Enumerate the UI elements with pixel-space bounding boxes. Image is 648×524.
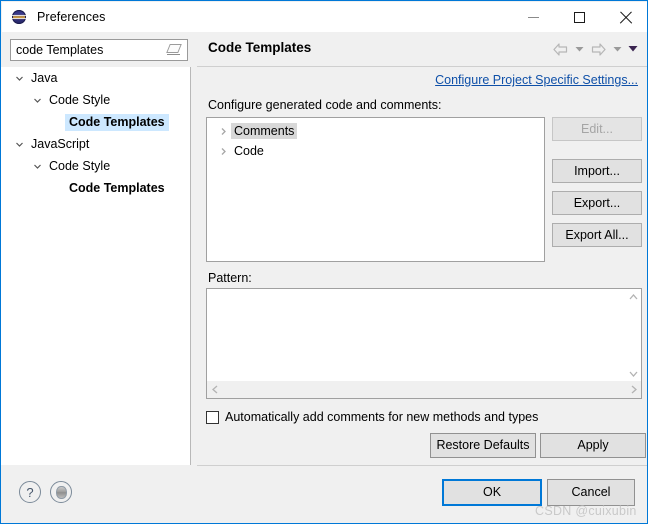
question-mark-icon[interactable]: ? [19, 481, 41, 503]
edit-button[interactable]: Edit... [552, 117, 642, 141]
pattern-vertical-scrollbar[interactable] [626, 289, 641, 381]
tree-node-label: Comments [231, 123, 298, 139]
tree-node-comments[interactable]: Comments [207, 121, 544, 141]
maximize-button[interactable] [556, 2, 602, 32]
eraser-icon[interactable] [166, 42, 182, 58]
chevron-down-icon[interactable] [11, 133, 27, 155]
back-button[interactable] [550, 40, 570, 58]
back-history-button[interactable] [572, 40, 586, 58]
configure-project-settings-link-row: Configure Project Specific Settings... [435, 73, 638, 87]
watermark: CSDN @cuixubin [535, 504, 637, 518]
pattern-text[interactable] [207, 289, 626, 381]
tree-item-javascript-code-templates[interactable]: Code Templates [1, 177, 190, 199]
window-controls [510, 2, 647, 32]
tree-node-label: Code [234, 144, 264, 158]
export-button[interactable]: Export... [552, 191, 642, 215]
tree-item-label: Java [31, 70, 58, 85]
chevron-down-icon[interactable] [626, 366, 641, 381]
pattern-textarea[interactable] [206, 288, 642, 399]
chevron-right-icon[interactable] [215, 121, 231, 141]
chevron-down-filled-icon [628, 46, 638, 52]
tree-item-label: Code Style [49, 92, 111, 107]
view-menu-button[interactable] [626, 40, 640, 58]
chevron-down-icon[interactable] [29, 155, 45, 177]
title-bar: Preferences [2, 2, 647, 32]
templates-tree[interactable]: Comments Code [206, 117, 545, 262]
content-header: Code Templates [197, 32, 647, 67]
pattern-label: Pattern: [208, 271, 252, 285]
chevron-up-icon[interactable] [626, 289, 641, 304]
tree-item-javascript-code-style[interactable]: Code Style [1, 155, 190, 177]
tree-item-label: Code Templates [69, 180, 165, 195]
tree-item-java[interactable]: Java [1, 67, 190, 89]
maximize-icon [573, 11, 585, 23]
tree-item-label: JavaScript [31, 136, 90, 151]
chevron-down-icon [575, 46, 583, 51]
dialog-footer: ? OK Cancel CSDN @cuixubin [2, 466, 647, 523]
ok-button[interactable]: OK [442, 479, 542, 506]
import-button[interactable]: Import... [552, 159, 642, 183]
minimize-button[interactable] [510, 2, 556, 32]
forward-button[interactable] [588, 40, 608, 58]
filter-field[interactable] [10, 39, 188, 61]
section-label: Configure generated code and comments: [208, 98, 442, 112]
chevron-down-icon [613, 46, 621, 51]
preferences-tree[interactable]: Java Code Style Code Templates JavaScrip… [1, 67, 191, 465]
advanced-settings-icon[interactable] [50, 481, 72, 503]
window-title: Preferences [37, 10, 106, 24]
chevron-down-icon[interactable] [29, 89, 45, 111]
tree-item-label: Code Style [49, 158, 111, 173]
eclipse-globe-icon [12, 9, 28, 25]
tree-item-java-code-style[interactable]: Code Style [1, 89, 190, 111]
arrow-right-icon [591, 42, 606, 56]
arrow-left-icon [552, 42, 567, 56]
close-icon [619, 11, 632, 24]
configure-project-settings-link[interactable]: Configure Project Specific Settings... [435, 73, 638, 87]
auto-comments-checkbox[interactable] [206, 410, 219, 424]
auto-comments-row[interactable]: Automatically add comments for new metho… [206, 410, 538, 424]
cancel-button[interactable]: Cancel [547, 479, 635, 506]
close-button[interactable] [602, 2, 647, 32]
tree-node-code[interactable]: Code [207, 141, 544, 161]
content-panel: Code Templates Configure Project Specifi… [197, 32, 647, 465]
page-action-buttons: Restore Defaults Apply [430, 433, 646, 458]
chevron-down-icon[interactable] [11, 67, 27, 89]
tree-item-label: Code Templates [65, 113, 169, 131]
restore-defaults-button[interactable]: Restore Defaults [430, 433, 536, 458]
export-all-button[interactable]: Export All... [552, 223, 642, 247]
forward-history-button[interactable] [610, 40, 624, 58]
navigation-toolbar [550, 40, 640, 58]
preferences-dialog: Preferences Java [0, 0, 648, 524]
chevron-right-icon[interactable] [626, 382, 641, 397]
template-actions: Edit... Import... Export... Export All..… [552, 117, 642, 247]
chevron-left-icon[interactable] [207, 382, 222, 397]
auto-comments-label: Automatically add comments for new metho… [225, 410, 539, 424]
apply-button[interactable]: Apply [540, 433, 646, 458]
search-input[interactable] [11, 41, 160, 59]
page-title: Code Templates [208, 40, 312, 55]
chevron-right-icon[interactable] [215, 141, 231, 161]
pattern-horizontal-scrollbar[interactable] [207, 381, 641, 398]
minimize-icon [527, 16, 539, 18]
tree-item-java-code-templates[interactable]: Code Templates [1, 111, 190, 133]
tree-item-javascript[interactable]: JavaScript [1, 133, 190, 155]
